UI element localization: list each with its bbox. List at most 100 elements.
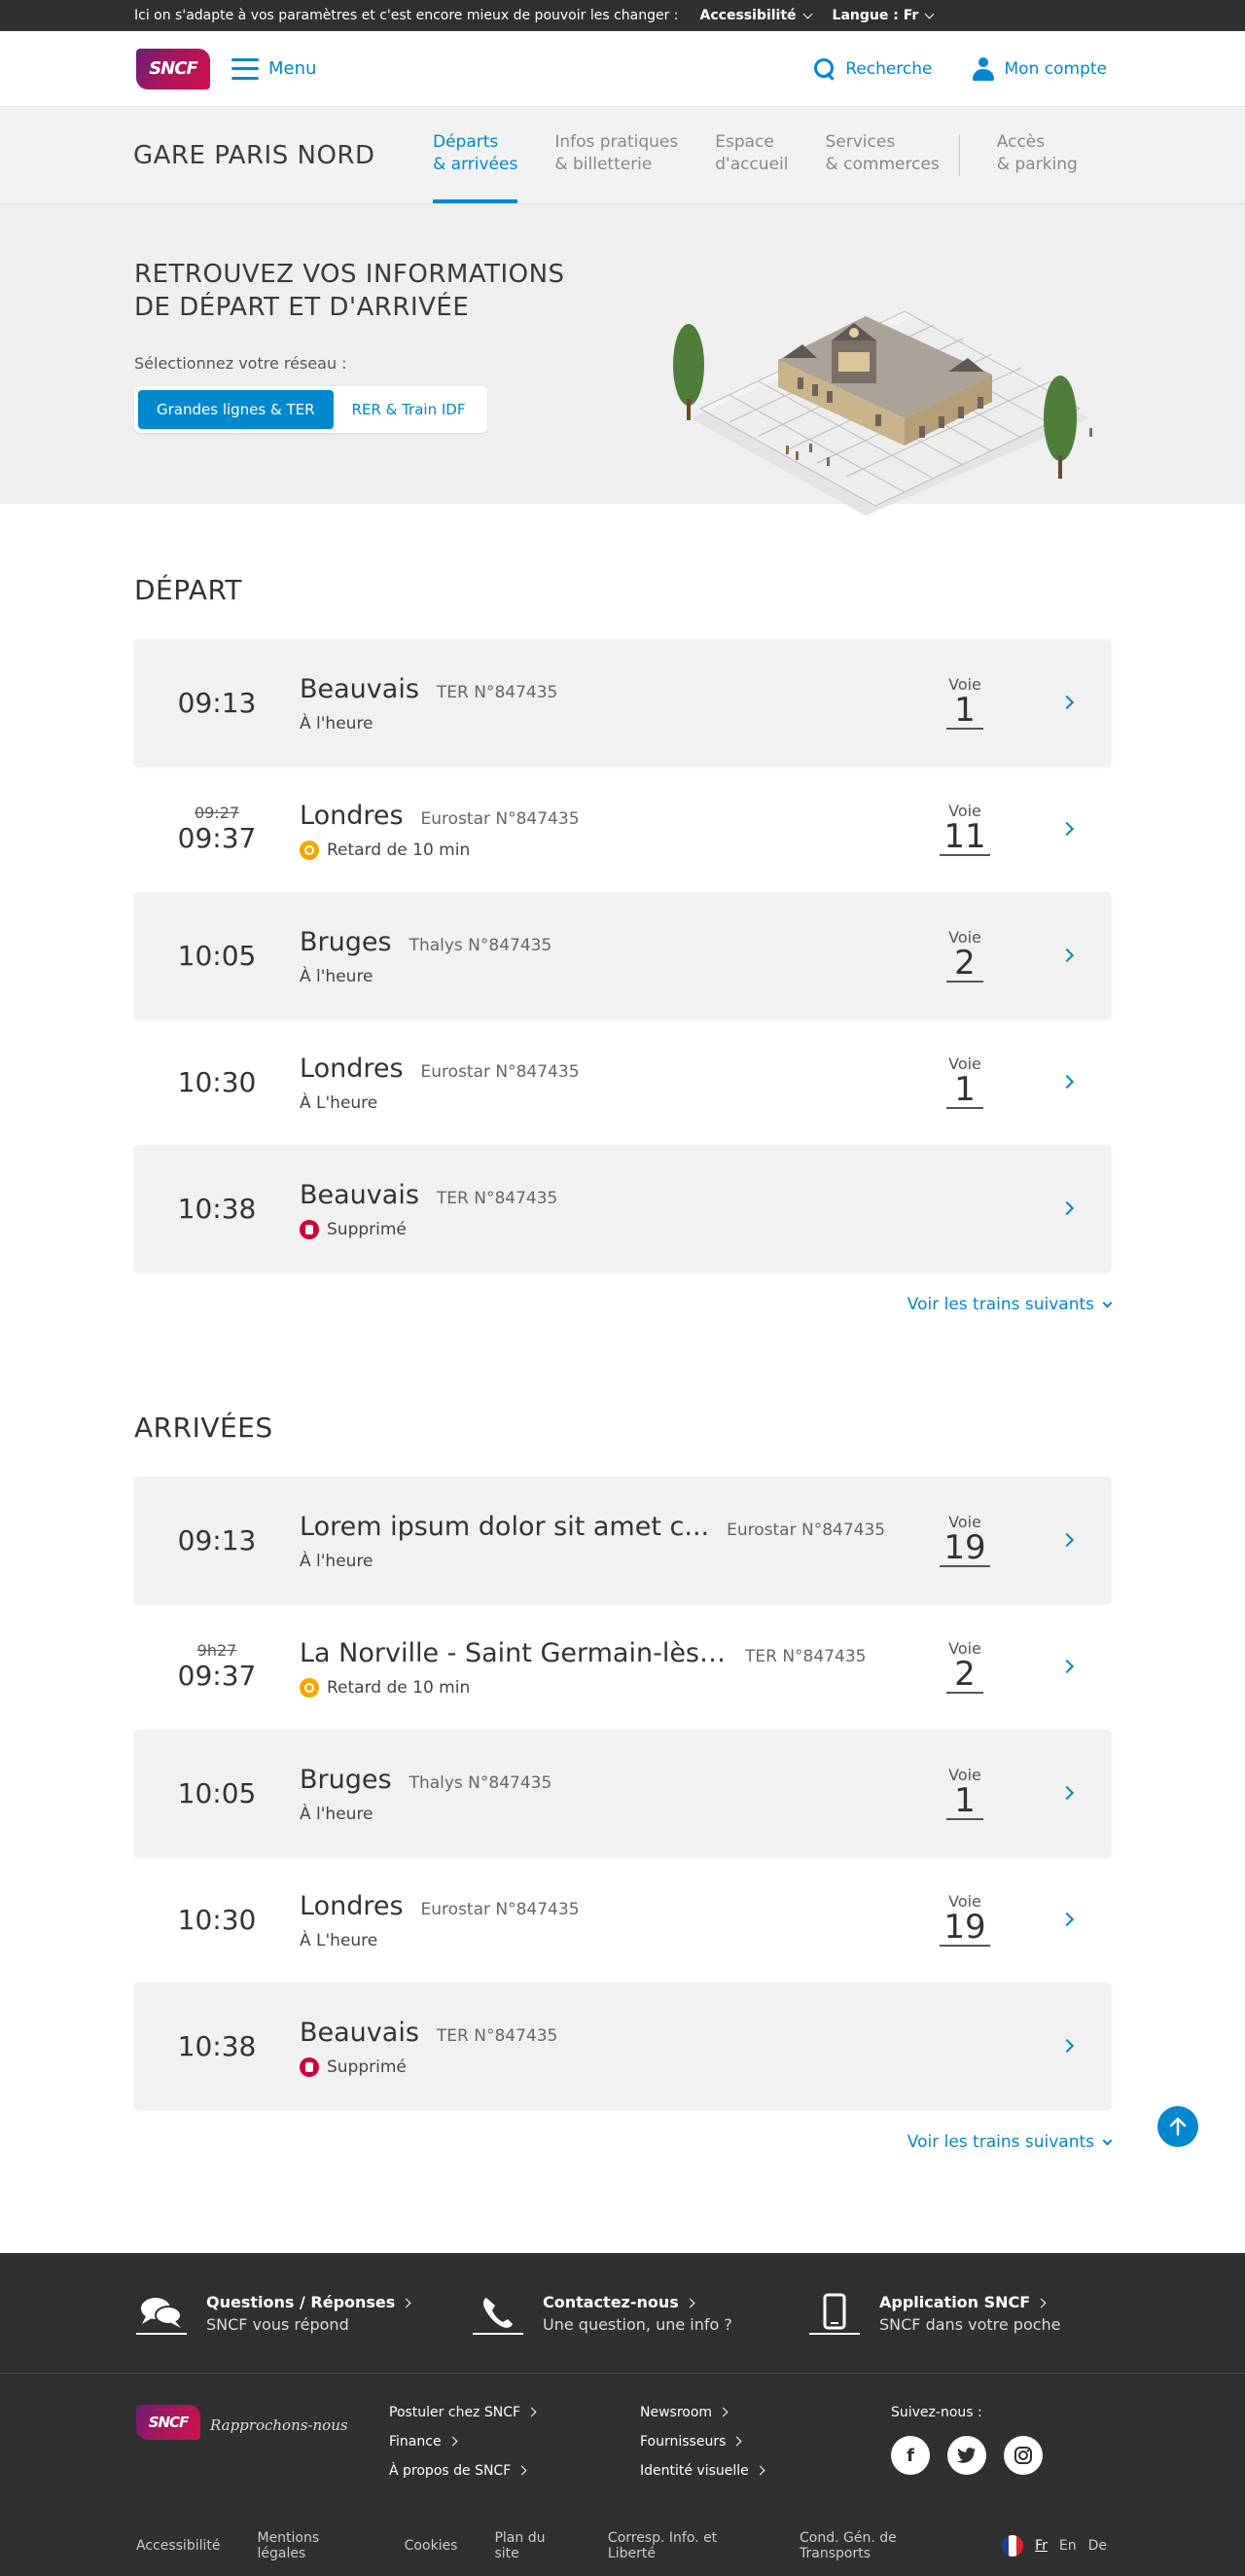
search-button[interactable]: Recherche [814,57,933,80]
app-subtitle: SNCF dans votre poche [879,2314,1061,2334]
arrival-row[interactable]: 10:38 Beauvais TER N°847435 Supprimé [134,1983,1111,2109]
footer-links-col-1: Postuler chez SNCF Finance À propos de S… [389,2405,640,2516]
language-fr[interactable]: Fr [1035,2538,1048,2554]
departure-time: 10:30 [177,1065,257,1098]
legal-link-terms[interactable]: Cond. Gén. de Transports [800,2530,965,2561]
french-flag-icon [1002,2535,1024,2557]
account-button[interactable]: Mon compte [972,56,1107,81]
legal-link-privacy[interactable]: Corresp. Info. et Liberté [608,2530,763,2561]
train-status: À l'heure [300,1804,374,1824]
menu-button[interactable]: Menu [231,57,316,80]
departure-row[interactable]: 09:27 09:37 Londres Eurostar N°847435 Reta… [134,766,1111,892]
more-departures-link[interactable]: Voir les trains suivants [907,1295,1113,1314]
station-name: GARE PARIS NORD [133,140,375,170]
arrival-row[interactable]: 09:13 Lorem ipsum dolor sit amet c... Eur… [134,1477,1111,1603]
chevron-down-icon [802,9,812,18]
user-icon [972,56,995,81]
train-status: À L'heure [300,1092,378,1113]
account-label: Mon compte [1004,58,1107,79]
train-status: Supprimé [300,1219,907,1239]
legal-link-sitemap[interactable]: Plan du site [494,2530,570,2561]
platform-number: 19 [940,1910,990,1948]
footer-link-careers[interactable]: Postuler chez SNCF [389,2405,640,2420]
accessibility-message: Ici on s'adapte à vos paramètres et c'es… [134,8,679,23]
chevron-right-icon [1059,1200,1075,1216]
arrival-row[interactable]: 9h27 09:37 La Norville - Saint Germain-lè… [134,1603,1111,1730]
train-number: Eurostar N°847435 [420,1061,580,1082]
tab-practical-info[interactable]: Infos pratiques & billetterie [554,107,678,203]
departures-list: 09:13 Beauvais TER N°847435 À l'heure Voi… [134,639,1111,1271]
footer-link-about[interactable]: À propos de SNCF [389,2463,640,2479]
platform-number: 2 [946,946,983,984]
hero-banner: RETROUVEZ VOS INFORMATIONS DE DÉPART ET … [0,204,1245,516]
footer-sncf-logo[interactable]: SNCF [136,2405,200,2440]
legal-link-cookies[interactable]: Cookies [405,2538,458,2554]
hero-title: RETROUVEZ VOS INFORMATIONS DE DÉPART ET … [134,260,565,322]
footer-link-finance[interactable]: Finance [389,2434,640,2450]
language-en[interactable]: En [1059,2538,1077,2554]
legal-link-accessibility[interactable]: Accessibilité [136,2538,220,2554]
footer-link-visual-identity[interactable]: Identité visuelle [640,2463,891,2479]
departure-time: 10:05 [177,939,257,972]
platform-number: 1 [946,1783,983,1821]
footer-legal: Accessibilité Mentions légales Cookies P… [0,2516,1245,2576]
departure-row[interactable]: 09:13 Beauvais TER N°847435 À l'heure Voi… [134,639,1111,766]
back-to-top-button[interactable] [1157,2106,1198,2147]
departure-row[interactable]: 10:05 Bruges Thalys N°847435 À l'heure Vo… [134,892,1111,1019]
sncf-logo[interactable]: SNCF [136,48,210,89]
departure-time: 09:13 [177,686,257,719]
network-rer-button[interactable]: RER & Train IDF [334,390,484,429]
footer-services: Questions / Réponses SNCF vous répond Con… [0,2253,1245,2374]
destination: Beauvais [300,1179,419,1210]
scheduled-time: 9h27 [196,1641,237,1660]
facebook-icon[interactable]: f [891,2436,930,2475]
twitter-icon[interactable] [947,2436,986,2475]
accessibility-dropdown[interactable]: Accessibilité [700,8,812,23]
train-status: Retard de 10 min [300,840,907,860]
arrivals-section: ARRIVÉES 09:13 Lorem ipsum dolor sit ame… [0,1314,1245,2152]
train-number: TER N°847435 [436,2025,558,2046]
destination: Bruges [300,926,392,957]
platform-number: 2 [946,1657,983,1695]
chevron-down-icon [1102,1298,1113,1307]
faq-title: Questions / Réponses [206,2293,409,2311]
footer-link-suppliers[interactable]: Fournisseurs [640,2434,891,2450]
legal-link-mentions[interactable]: Mentions légales [257,2530,367,2561]
chevron-right-icon [1059,1659,1075,1674]
platform-number: 19 [940,1530,990,1568]
arrival-time: 10:38 [177,2029,257,2062]
footer-link-newsroom[interactable]: Newsroom [640,2405,891,2420]
more-arrivals-link[interactable]: Voir les trains suivants [907,2132,1113,2152]
instagram-icon[interactable] [1004,2436,1043,2475]
language-de[interactable]: De [1088,2538,1107,2554]
chevron-right-icon [1059,1785,1075,1801]
chevron-right-icon [1059,1532,1075,1548]
train-number: Thalys N°847435 [409,1772,552,1793]
footer-slogan: Rapprochons-nous [210,2416,348,2434]
follow-label: Suivez-nous : [891,2405,982,2420]
phone-icon [473,2292,523,2335]
origin: La Norville - Saint Germain-lès-A... [300,1637,728,1668]
app-link[interactable]: Application SNCF SNCF dans votre poche [809,2292,1146,2335]
departure-row[interactable]: 10:38 Beauvais TER N°847435 Supprimé [134,1145,1111,1271]
arrival-time: 10:30 [177,1903,257,1936]
tab-welcome-space[interactable]: Espace d'accueil [715,107,788,203]
app-title: Application SNCF [879,2293,1061,2311]
train-number: Thalys N°847435 [409,935,552,955]
arrival-row[interactable]: 10:30 Londres Eurostar N°847435 À L'heure… [134,1856,1111,1983]
contact-link[interactable]: Contactez-nous Une question, une info ? [473,2292,809,2335]
arrival-row[interactable]: 10:05 Bruges Thalys N°847435 À l'heure Vo… [134,1730,1111,1856]
origin: Lorem ipsum dolor sit amet c... [300,1511,710,1542]
departure-row[interactable]: 10:30 Londres Eurostar N°847435 À L'heure… [134,1019,1111,1145]
chevron-right-icon [1059,948,1075,963]
network-grandes-lignes-button[interactable]: Grandes lignes & TER [138,389,334,429]
train-number: Eurostar N°847435 [420,1899,580,1919]
faq-link[interactable]: Questions / Réponses SNCF vous répond [136,2292,473,2335]
tab-services[interactable]: Services & commerces [826,107,940,203]
language-dropdown[interactable]: Langue : Fr [833,8,935,23]
arrival-time: 09:13 [177,1523,257,1556]
chevron-right-icon [1059,1912,1075,1927]
chevron-down-icon [1102,2135,1113,2145]
tab-access-parking[interactable]: Accès & parking [997,107,1078,203]
tab-departures-arrivals[interactable]: Départs & arrivées [433,107,518,203]
